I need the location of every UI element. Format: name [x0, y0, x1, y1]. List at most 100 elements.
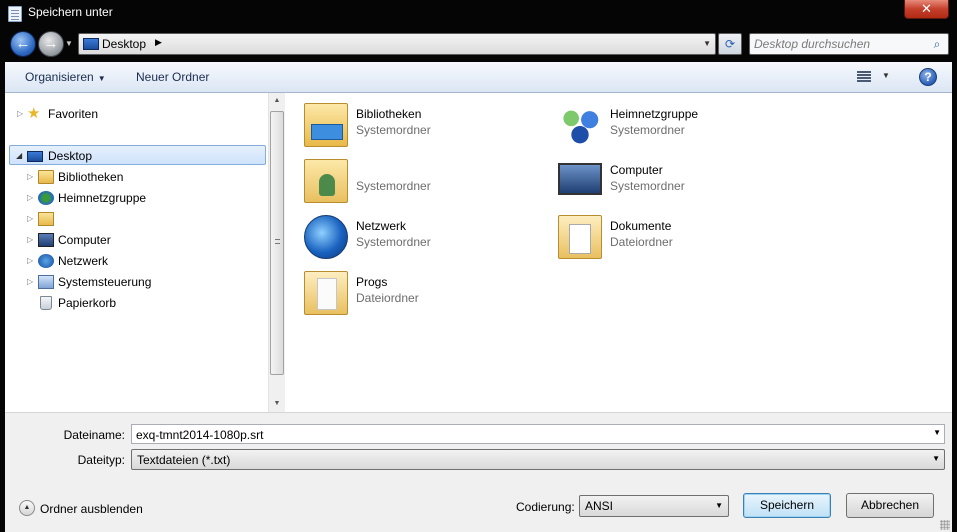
file-item-type: Systemordner	[610, 123, 685, 137]
file-item-homegroup[interactable]: Heimnetzgruppe Systemordner	[558, 101, 798, 151]
network-icon	[304, 215, 348, 259]
search-box[interactable]: ⌕	[749, 33, 949, 55]
file-item-type: Systemordner	[356, 179, 431, 193]
nav-item-recycle-bin[interactable]: Papierkorb	[25, 293, 265, 313]
organize-button[interactable]: Organisieren ▼	[25, 70, 106, 84]
file-item-type: Systemordner	[356, 235, 431, 249]
file-item-type: Systemordner	[356, 123, 431, 137]
folder-icon	[304, 271, 348, 315]
search-icon[interactable]: ⌕	[930, 37, 944, 51]
nav-item-network[interactable]: ▷ Netzwerk	[25, 251, 265, 271]
homegroup-icon	[558, 103, 602, 147]
window-frame-right	[952, 62, 957, 532]
breadcrumb-desktop[interactable]: Desktop	[102, 37, 146, 51]
encoding-value: ANSI	[585, 499, 614, 513]
file-item-progs[interactable]: Progs Dateiordner	[304, 269, 544, 319]
nav-item-label: Netzwerk	[58, 254, 109, 268]
breadcrumb-arrow-icon[interactable]: ▶	[155, 37, 162, 48]
nav-item-computer[interactable]: ▷ Computer	[25, 230, 265, 250]
resize-grip-icon[interactable]	[940, 520, 950, 530]
file-item-name: Netzwerk	[356, 219, 407, 233]
expand-arrow-icon[interactable]: ▷	[27, 209, 35, 229]
file-item-name: Dokumente	[610, 219, 672, 233]
window-title: Speichern unter	[28, 5, 113, 19]
scrollbar-thumb[interactable]	[270, 111, 284, 375]
expand-arrow-icon[interactable]: ▷	[27, 167, 35, 187]
expand-arrow-icon[interactable]: ▷	[17, 104, 25, 124]
file-item-libraries[interactable]: Bibliotheken Systemordner	[304, 101, 544, 151]
expand-arrow-icon[interactable]: ▷	[27, 251, 35, 271]
main-area: ▷ ★ Favoriten ◢ Desktop ▷ Bibliotheken ▷…	[5, 93, 952, 412]
collapse-arrow-icon[interactable]: ◢	[16, 146, 24, 166]
nav-item-label: Computer	[58, 233, 111, 247]
nav-item-desktop[interactable]: ◢ Desktop	[9, 145, 266, 165]
libraries-icon	[304, 103, 348, 147]
organize-label: Organisieren	[25, 70, 94, 84]
file-item-name: Bibliotheken	[356, 107, 422, 121]
scroll-up-icon[interactable]: ▲	[269, 93, 285, 109]
filetype-select[interactable]: Textdateien (*.txt) ▼	[131, 449, 945, 470]
expand-arrow-icon[interactable]: ▷	[27, 230, 35, 250]
search-input[interactable]	[754, 36, 924, 52]
address-dropdown-icon[interactable]: ▼	[703, 39, 711, 48]
encoding-select[interactable]: ANSI ▼	[579, 495, 729, 517]
save-form: Dateiname: ▼ Dateityp: Textdateien (*.tx…	[5, 412, 952, 532]
file-item-type: Dateiordner	[356, 291, 419, 305]
save-button[interactable]: Speichern	[743, 493, 831, 518]
nav-item-label: Desktop	[48, 149, 93, 163]
file-item-type: Dateiordner	[610, 235, 673, 249]
nav-item-control-panel[interactable]: ▷ Systemsteuerung	[25, 272, 265, 292]
expand-arrow-icon[interactable]: ▷	[27, 272, 35, 292]
file-item-user-folder[interactable]: Systemordner	[304, 157, 544, 207]
refresh-button[interactable]: ⟳	[718, 33, 742, 55]
close-button[interactable]: ✕	[904, 0, 949, 19]
view-options-dropdown[interactable]: ▼	[882, 71, 890, 80]
file-item-network[interactable]: Netzwerk Systemordner	[304, 213, 544, 263]
file-item-computer[interactable]: Computer Systemordner	[558, 157, 798, 207]
address-bar-row: ← → ▼ Desktop ▶ ▼ ⟳ ⌕	[0, 27, 957, 62]
desktop-icon	[83, 38, 99, 50]
nav-item-label: Favoriten	[48, 107, 99, 121]
forward-button[interactable]: →	[38, 31, 64, 57]
filename-label: Dateiname:	[63, 428, 125, 442]
new-folder-button[interactable]: Neuer Ordner	[136, 70, 209, 84]
nav-item-label: Bibliotheken	[58, 170, 124, 184]
back-button[interactable]: ←	[10, 31, 36, 57]
nav-item-user-folder[interactable]: ▷	[25, 209, 265, 229]
filetype-label: Dateityp:	[77, 453, 125, 467]
nav-item-favorites[interactable]: ▷ ★ Favoriten	[15, 104, 265, 124]
cancel-button[interactable]: Abbrechen	[846, 493, 934, 518]
recent-pages-dropdown[interactable]: ▼	[65, 39, 75, 49]
navigation-scrollbar[interactable]: ▲ ▼	[268, 93, 285, 412]
homegroup-icon	[38, 191, 54, 205]
file-item-name: Progs	[356, 275, 388, 289]
help-button[interactable]: ?	[919, 68, 937, 86]
grip-icon	[275, 239, 280, 244]
chevron-up-icon: ▲	[19, 500, 35, 516]
nav-item-label: Heimnetzgruppe	[58, 191, 147, 205]
filename-input[interactable]	[136, 427, 916, 442]
command-bar: Organisieren ▼ Neuer Ordner ▼ ?	[5, 62, 952, 93]
scroll-down-icon[interactable]: ▼	[269, 396, 285, 412]
file-item-type: Systemordner	[610, 179, 685, 193]
chevron-down-icon: ▼	[932, 454, 940, 463]
nav-item-homegroup[interactable]: ▷ Heimnetzgruppe	[25, 188, 265, 208]
star-icon: ★	[27, 105, 41, 122]
expand-arrow-icon[interactable]: ▷	[27, 188, 35, 208]
hide-folders-label: Ordner ausblenden	[40, 502, 143, 516]
network-icon	[38, 254, 54, 268]
file-item-name: Heimnetzgruppe	[610, 107, 699, 121]
chevron-down-icon[interactable]: ▼	[933, 428, 941, 437]
nav-item-label: Systemsteuerung	[58, 275, 152, 289]
navigation-pane: ▷ ★ Favoriten ◢ Desktop ▷ Bibliotheken ▷…	[5, 93, 268, 412]
address-field[interactable]: Desktop ▶ ▼	[78, 33, 716, 55]
libraries-icon	[38, 170, 54, 184]
file-item-documents[interactable]: Dokumente Dateiordner	[558, 213, 798, 263]
change-view-icon[interactable]	[857, 70, 871, 84]
control-panel-icon	[38, 275, 54, 289]
file-list-pane: Bibliotheken Systemordner Heimnetzgruppe…	[286, 93, 952, 412]
nav-item-libraries[interactable]: ▷ Bibliotheken	[25, 167, 265, 187]
filename-field[interactable]: ▼	[131, 424, 945, 444]
file-item-name: Computer	[610, 163, 663, 177]
computer-icon	[558, 163, 602, 195]
